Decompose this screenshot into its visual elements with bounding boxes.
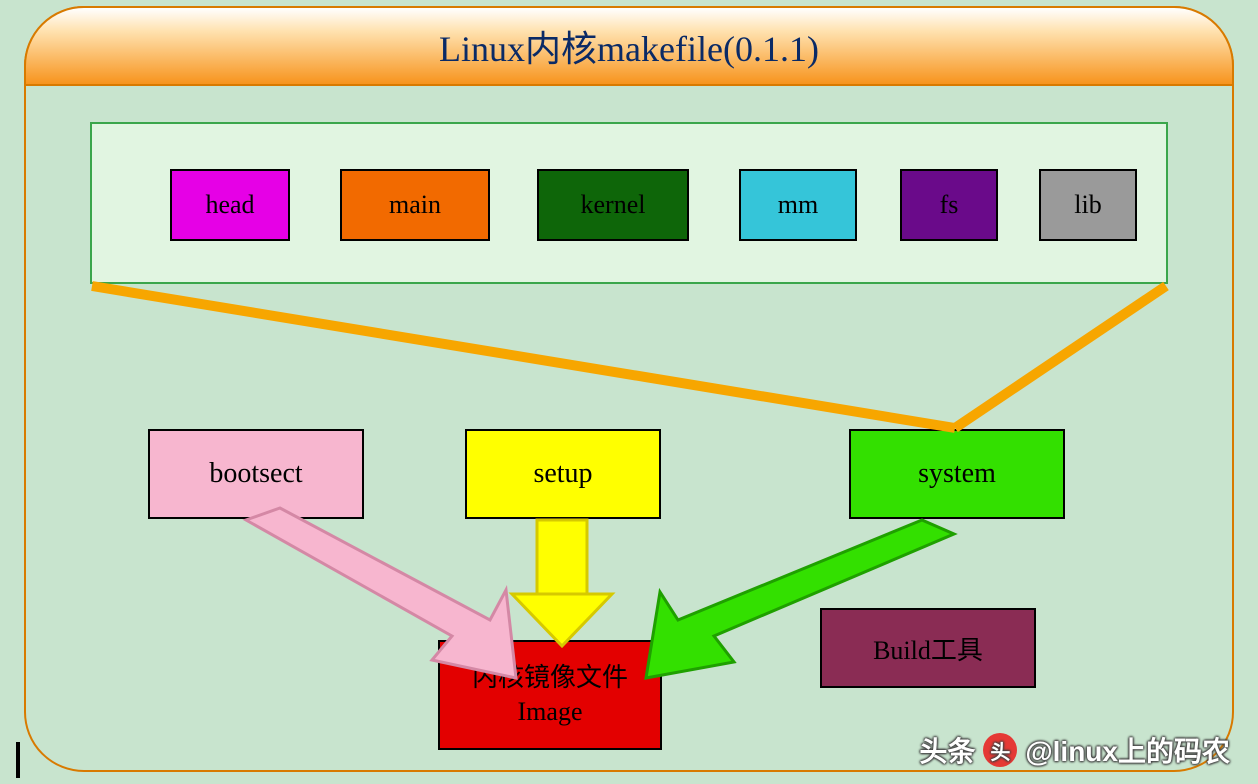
build-tool-box: Build工具 [820,608,1036,688]
image-box-line2: Image [518,695,583,729]
image-box: 内核镜像文件 Image [438,640,662,750]
image-box-line1: 内核镜像文件 [472,661,628,695]
stage-setup: setup [465,429,661,519]
component-mm: mm [739,169,857,241]
build-tool-label: Build工具 [873,630,983,667]
stage-system-label: system [918,458,996,490]
component-lib: lib [1039,169,1137,241]
text-cursor [16,742,20,778]
component-head: head [170,169,290,241]
stage-bootsect: bootsect [148,429,364,519]
component-fs-label: fs [940,190,959,220]
title-bar: Linux内核makefile(0.1.1) [24,6,1234,86]
stage-system: system [849,429,1065,519]
stage-bootsect-label: bootsect [209,458,302,490]
component-kernel: kernel [537,169,689,241]
component-fs: fs [900,169,998,241]
component-head-label: head [205,190,254,220]
component-kernel-label: kernel [581,190,646,220]
component-lib-label: lib [1074,190,1101,220]
watermark-handle: @linux上的码农 [1025,730,1230,770]
component-main: main [340,169,490,241]
watermark-icon: 头 [983,733,1017,767]
watermark-prefix: 头条 [919,730,975,770]
components-container: head main kernel mm fs lib [90,122,1168,284]
component-main-label: main [389,190,441,220]
stage-setup-label: setup [533,458,592,490]
watermark: 头条 头 @linux上的码农 [919,730,1230,770]
component-mm-label: mm [778,190,818,220]
title-text: Linux内核makefile(0.1.1) [439,20,819,72]
